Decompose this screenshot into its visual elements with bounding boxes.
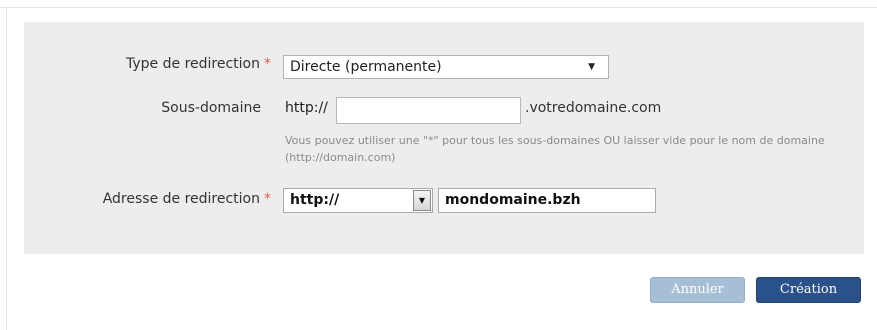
subdomain-prefix: http:// xyxy=(285,100,328,116)
dropdown-triangle-icon[interactable]: ▼ xyxy=(413,190,431,211)
subdomain-help-text: Vous pouvez utiliser une "*" pour tous l… xyxy=(285,134,825,164)
redirect-type-label: Type de redirection * xyxy=(126,56,271,72)
protocol-value: http:// xyxy=(290,192,340,208)
redirect-type-label-text: Type de redirection xyxy=(126,56,260,72)
redirect-address-label-text: Adresse de redirection xyxy=(102,191,260,207)
protocol-select[interactable]: http:// ▼ xyxy=(283,188,433,213)
redirect-address-label: Adresse de redirection * xyxy=(103,191,271,207)
redirect-type-select[interactable]: Directe (permanente) ▼ xyxy=(283,55,609,79)
subdomain-suffix: .votredomaine.com xyxy=(525,100,662,116)
cancel-button[interactable]: Annuler xyxy=(650,277,745,303)
subdomain-label: Sous-domaine xyxy=(161,100,261,116)
dropdown-triangle-icon: ▼ xyxy=(588,62,595,72)
left-divider xyxy=(6,7,7,330)
required-marker: * xyxy=(264,56,271,72)
redirect-type-value: Directe (permanente) xyxy=(290,59,442,75)
required-marker: * xyxy=(264,191,271,207)
subdomain-input[interactable] xyxy=(336,97,521,124)
redirect-address-input[interactable]: mondomaine.bzh xyxy=(438,188,656,213)
top-divider xyxy=(0,7,877,8)
create-button[interactable]: Création xyxy=(756,277,861,303)
